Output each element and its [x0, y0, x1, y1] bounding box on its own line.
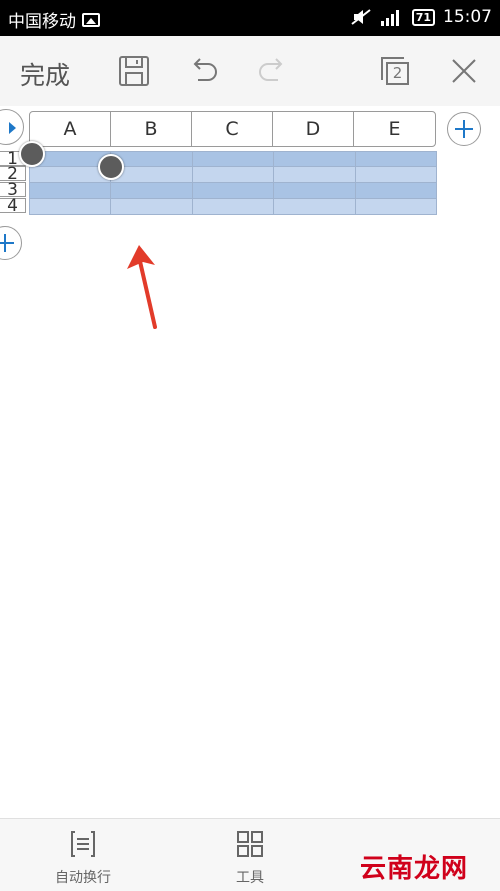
cell-grid[interactable] [29, 151, 437, 215]
selection-end-handle[interactable] [98, 154, 124, 180]
toolbar: 完成 2 [0, 36, 500, 107]
signal-icon [380, 10, 399, 26]
cell-d3[interactable] [273, 182, 356, 199]
cell-c2[interactable] [191, 166, 275, 183]
cell-c4[interactable] [191, 198, 275, 215]
column-header-b[interactable]: B [111, 112, 192, 146]
image-notification-icon [82, 12, 100, 27]
status-bar: 中国移动 71 15:07 [0, 0, 500, 36]
chevron-right-icon [9, 122, 16, 134]
row-header-2[interactable]: 2 [0, 166, 26, 183]
row-header-4[interactable]: 4 [0, 198, 26, 215]
tools-label: 工具 [236, 870, 264, 886]
cell-e2[interactable] [354, 166, 437, 183]
tools-grid-icon [237, 831, 263, 857]
column-header-a[interactable]: A [30, 112, 111, 146]
cell-b3[interactable] [110, 182, 193, 199]
redo-icon[interactable] [256, 54, 290, 88]
clock: 15:07 [443, 7, 492, 27]
cell-e3[interactable] [354, 182, 437, 199]
column-header-c[interactable]: C [192, 112, 273, 146]
cell-d2[interactable] [273, 166, 356, 183]
wrap-text-icon [71, 831, 95, 857]
cell-a3[interactable] [29, 182, 112, 199]
wrap-text-label: 自动换行 [55, 870, 111, 886]
save-icon[interactable] [117, 54, 151, 88]
column-headers: A B C D E [29, 111, 436, 147]
watermark: 云南龙网 [359, 854, 468, 884]
undo-icon[interactable] [186, 54, 220, 88]
cell-b4[interactable] [110, 198, 193, 215]
cell-c3[interactable] [191, 182, 275, 199]
cell-d1[interactable] [273, 151, 356, 167]
cell-e4[interactable] [354, 198, 437, 215]
column-header-e[interactable]: E [354, 112, 435, 146]
select-all-button[interactable] [0, 109, 24, 145]
tab-count: 2 [392, 64, 403, 82]
cell-c1[interactable] [191, 151, 275, 167]
cell-e1[interactable] [354, 151, 437, 167]
annotation-arrow [127, 245, 157, 329]
done-button[interactable]: 完成 [20, 56, 70, 92]
tools-button[interactable]: 工具 [220, 829, 280, 887]
column-header-d[interactable]: D [273, 112, 354, 146]
add-column-button[interactable] [447, 112, 481, 146]
cell-a4[interactable] [29, 198, 112, 215]
selection-start-handle[interactable] [19, 141, 45, 167]
row-header-3[interactable]: 3 [0, 182, 26, 199]
carrier-label: 中国移动 [8, 12, 76, 32]
close-icon[interactable] [447, 54, 481, 88]
mute-icon [351, 9, 371, 25]
cell-d4[interactable] [273, 198, 356, 215]
wrap-text-button[interactable]: 自动换行 [48, 829, 118, 887]
tabs-button[interactable]: 2 [378, 54, 412, 88]
battery-indicator: 71 [411, 8, 435, 26]
